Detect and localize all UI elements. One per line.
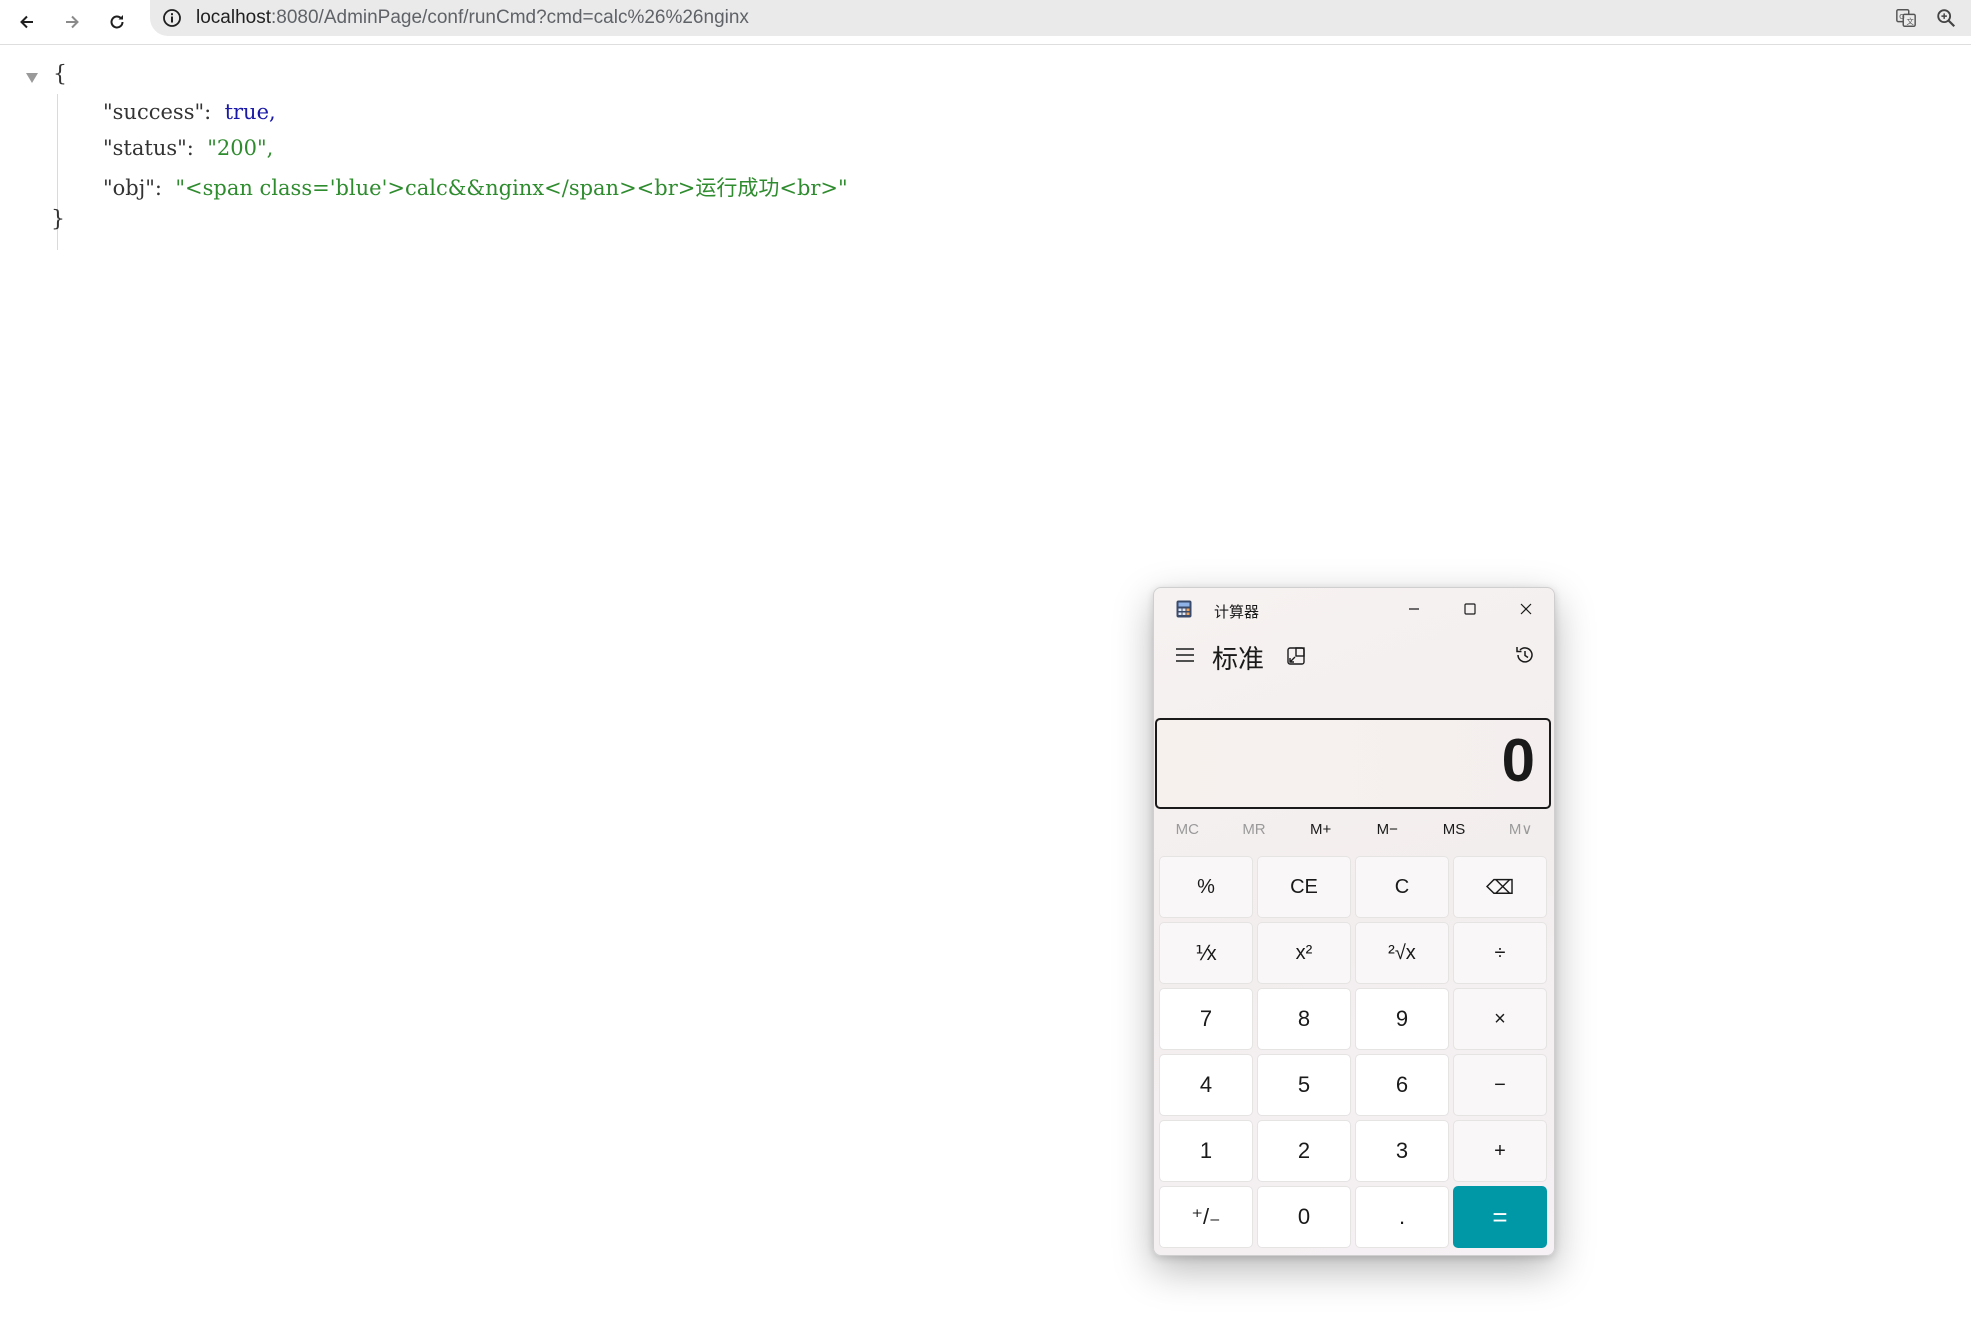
json-line-obj: "obj": "<span class='blue'>calc&&nginx</…: [103, 172, 848, 202]
subtract-key[interactable]: −: [1453, 1054, 1547, 1116]
decimal-key[interactable]: .: [1355, 1186, 1449, 1248]
backspace-key[interactable]: ⌫: [1453, 856, 1547, 918]
close-icon: [1520, 603, 1532, 615]
equals-key[interactable]: =: [1453, 1186, 1547, 1248]
json-value: true,: [224, 100, 276, 124]
memory-store-button[interactable]: MS: [1426, 821, 1482, 838]
calculator-mode-title: 标准: [1212, 645, 1265, 675]
json-viewer: { "success": true, "status": "200", "obj…: [0, 44, 1971, 444]
zoom-button[interactable]: [1932, 4, 1960, 32]
clear-key[interactable]: C: [1355, 856, 1449, 918]
calculator-titlebar[interactable]: 计算器: [1154, 588, 1554, 630]
forward-button[interactable]: [55, 5, 89, 39]
history-button[interactable]: [1510, 640, 1540, 670]
digit-4-key[interactable]: 4: [1159, 1054, 1253, 1116]
back-button[interactable]: [10, 5, 44, 39]
maximize-icon: [1464, 603, 1476, 615]
calculator-header: 标准: [1154, 630, 1554, 680]
calculator-app-icon: [1176, 600, 1192, 618]
reciprocal-key[interactable]: ⅟x: [1159, 922, 1253, 984]
forward-arrow-icon: [66, 15, 79, 29]
negate-key[interactable]: ⁺/₋: [1159, 1186, 1253, 1248]
back-arrow-icon: [20, 15, 33, 29]
zoom-icon: [1937, 9, 1956, 28]
digit-7-key[interactable]: 7: [1159, 988, 1253, 1050]
clear-entry-key[interactable]: CE: [1257, 856, 1351, 918]
close-button[interactable]: [1498, 588, 1554, 630]
json-key: "obj":: [103, 176, 162, 200]
memory-add-button[interactable]: M+: [1293, 821, 1349, 838]
memory-recall-button[interactable]: MR: [1226, 821, 1282, 838]
digit-8-key[interactable]: 8: [1257, 988, 1351, 1050]
collapse-triangle-icon[interactable]: [24, 70, 40, 86]
url-path: :8080/AdminPage/conf/runCmd?cmd=calc%26%…: [271, 7, 749, 28]
percent-key[interactable]: %: [1159, 856, 1253, 918]
digit-2-key[interactable]: 2: [1257, 1120, 1351, 1182]
json-key: "success":: [103, 100, 212, 124]
digit-3-key[interactable]: 3: [1355, 1120, 1449, 1182]
translate-button[interactable]: G 文: [1892, 4, 1920, 32]
json-key: "status":: [103, 136, 194, 160]
reload-icon: [110, 15, 124, 29]
sqrt-key[interactable]: ²√x: [1355, 922, 1449, 984]
calculator-keypad: % CE C ⌫ ⅟x x² ²√x ÷ 7 8 9 × 4 5 6 − 1 2…: [1159, 856, 1549, 1248]
browser-toolbar: localhost:8080/AdminPage/conf/runCmd?cmd…: [0, 0, 1971, 45]
url-host: localhost: [196, 7, 271, 28]
navigation-menu-button[interactable]: [1170, 640, 1200, 670]
minimize-icon: [1409, 608, 1419, 610]
minimize-button[interactable]: [1386, 588, 1442, 630]
calculator-display: 0: [1155, 718, 1551, 809]
reload-button[interactable]: [100, 5, 134, 39]
url-text[interactable]: localhost:8080/AdminPage/conf/runCmd?cmd…: [196, 7, 749, 29]
json-line-status: "status": "200",: [103, 136, 273, 160]
memory-row: MC MR M+ M− MS M∨: [1154, 814, 1554, 844]
digit-0-key[interactable]: 0: [1257, 1186, 1351, 1248]
site-info-button[interactable]: [160, 6, 184, 30]
memory-clear-button[interactable]: MC: [1159, 821, 1215, 838]
json-value: "<span class='blue'>calc&&nginx</span><b…: [175, 176, 848, 200]
keep-on-top-icon: [1287, 647, 1305, 665]
multiply-key[interactable]: ×: [1453, 988, 1547, 1050]
json-line-success: "success": true,: [103, 100, 276, 124]
json-value: "200",: [207, 136, 274, 160]
divide-key[interactable]: ÷: [1453, 922, 1547, 984]
memory-subtract-button[interactable]: M−: [1359, 821, 1415, 838]
svg-text:G: G: [1899, 12, 1905, 21]
square-key[interactable]: x²: [1257, 922, 1351, 984]
info-icon: [163, 9, 181, 27]
digit-5-key[interactable]: 5: [1257, 1054, 1351, 1116]
maximize-button[interactable]: [1442, 588, 1498, 630]
display-value: 0: [1501, 727, 1535, 794]
digit-9-key[interactable]: 9: [1355, 988, 1449, 1050]
keep-on-top-button[interactable]: [1282, 642, 1310, 670]
digit-6-key[interactable]: 6: [1355, 1054, 1449, 1116]
hamburger-icon: [1176, 648, 1194, 662]
calculator-window-title: 计算器: [1214, 604, 1260, 621]
add-key[interactable]: +: [1453, 1120, 1547, 1182]
json-open-brace: {: [53, 62, 67, 87]
svg-text:文: 文: [1906, 17, 1914, 26]
history-icon: [1516, 647, 1533, 663]
address-bar[interactable]: localhost:8080/AdminPage/conf/runCmd?cmd…: [150, 0, 1971, 36]
memory-list-button[interactable]: M∨: [1493, 820, 1549, 838]
calculator-window: 计算器 标准 0 MC MR M+ M− MS M∨ % CE C ⌫ ⅟x x…: [1153, 587, 1555, 1256]
translate-icon: G 文: [1896, 9, 1916, 27]
json-close-brace: }: [51, 207, 65, 232]
digit-1-key[interactable]: 1: [1159, 1120, 1253, 1182]
